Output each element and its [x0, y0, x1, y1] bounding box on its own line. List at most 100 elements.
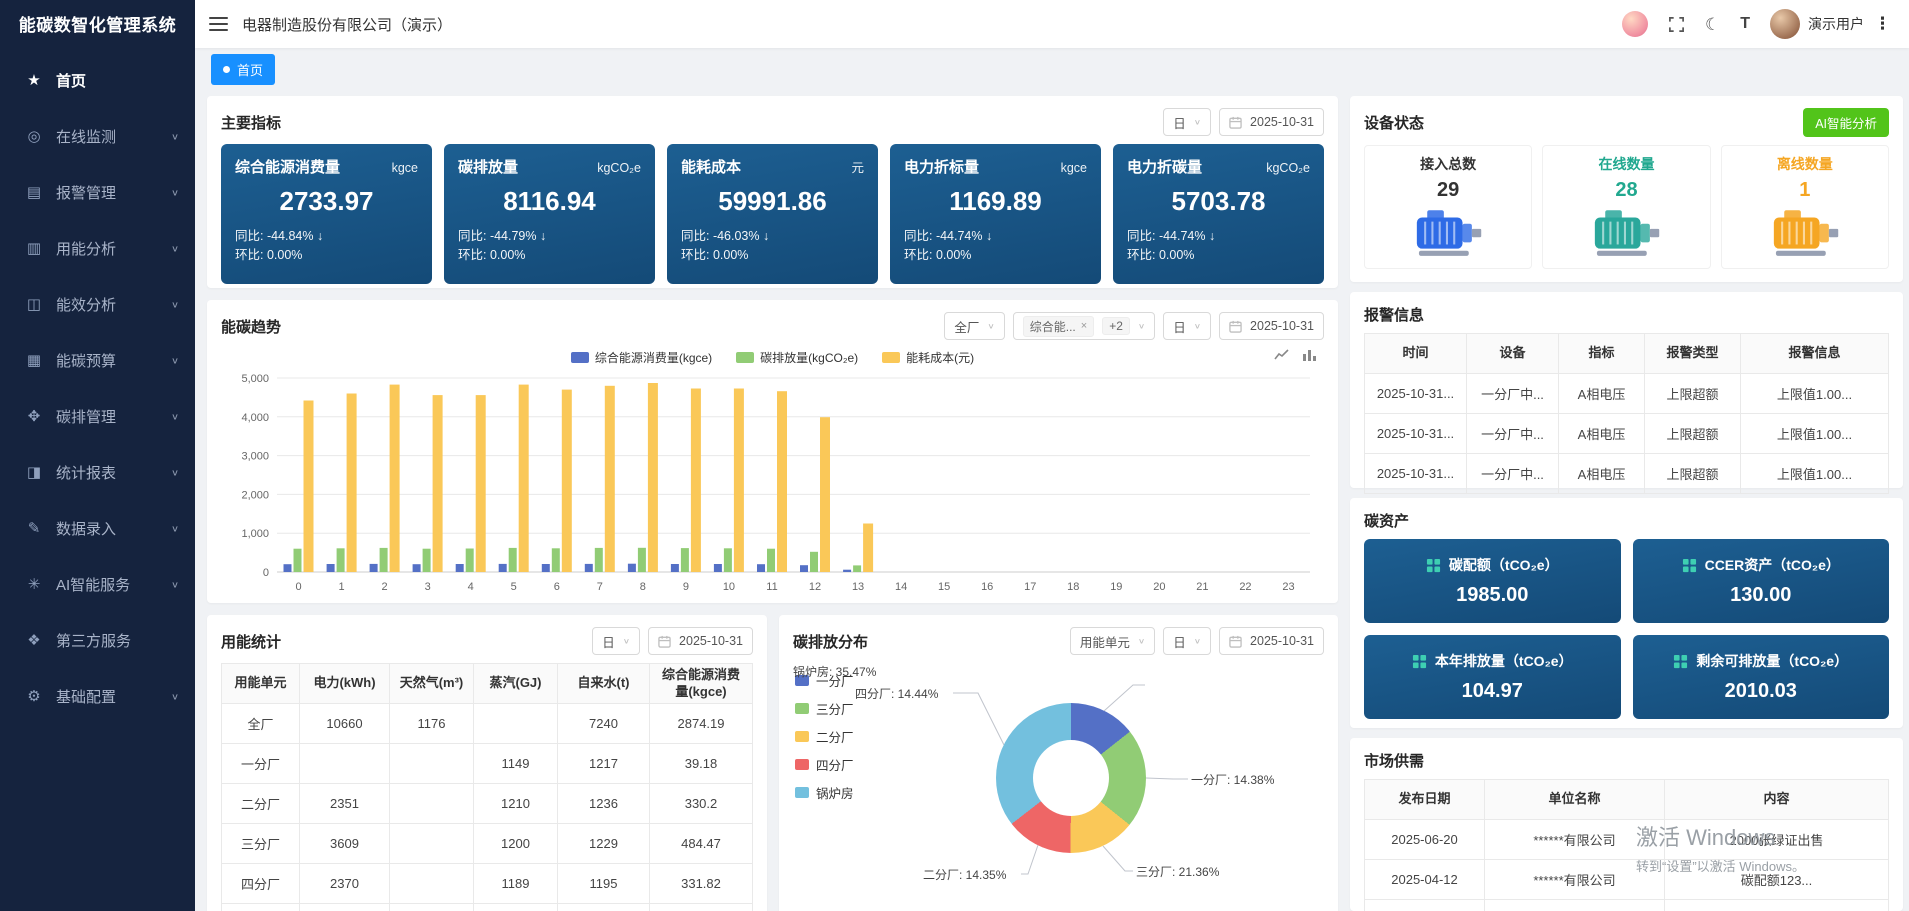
line-chart-icon[interactable]	[1274, 348, 1290, 362]
fullscreen-icon[interactable]	[1668, 16, 1685, 33]
table-cell: 2025-06-20	[1365, 900, 1485, 911]
table-cell	[390, 744, 474, 784]
chevron-down-icon: ∨	[1138, 322, 1145, 330]
legend-item[interactable]: 二分厂	[795, 727, 854, 746]
remove-tag-icon[interactable]: ×	[1081, 320, 1087, 332]
tab-home[interactable]: 首页	[211, 54, 275, 85]
sidebar-item[interactable]: ✥ 碳排管理 ∨	[0, 388, 195, 444]
sidebar-item[interactable]: ◨ 统计报表 ∨	[0, 444, 195, 500]
chevron-down-icon: ∨	[171, 579, 179, 589]
column-header: 指标	[1559, 334, 1645, 374]
app-title: 能碳数智化管理系统	[0, 0, 195, 52]
trend-metric-multiselect[interactable]: 综合能... × +2 ∨	[1013, 312, 1155, 340]
metric-yoy: 同比: -44.74% ↓	[904, 227, 1087, 246]
table-cell: 上限值1.00...	[1741, 414, 1889, 454]
more-metrics-tag[interactable]: +2	[1102, 317, 1130, 335]
chevron-down-icon: ∨	[171, 467, 179, 477]
panel-device-status: 设备状态 AI智能分析 接入总数 29	[1350, 96, 1903, 282]
sidebar-item[interactable]: ✳ AI智能服务 ∨	[0, 556, 195, 612]
indicators-date-picker[interactable]: 2025-10-31	[1219, 108, 1324, 136]
sidebar-item-label: AI智能服务	[56, 574, 171, 595]
table-cell: 2025-10-31...	[1365, 454, 1467, 494]
table-row: 一分厂1149121739.18	[222, 744, 753, 784]
carbon-asset-card: 剩余可排放量（tCO₂e） 2010.03	[1633, 635, 1890, 719]
table-cell: 四分厂	[222, 864, 300, 904]
more-icon[interactable]: ⋮	[1874, 14, 1891, 34]
legend-item[interactable]: 综合能源消费量(kgce)	[571, 349, 712, 366]
asset-label: 剩余可排放量（tCO₂e）	[1696, 651, 1848, 671]
trend-date-picker[interactable]: 2025-10-31	[1219, 312, 1324, 340]
energy-date-picker[interactable]: 2025-10-31	[648, 627, 753, 655]
metric-name: 电力折标量	[904, 156, 979, 177]
menu-icon: ▦	[24, 351, 44, 369]
dist-period-select[interactable]: 日 ∨	[1163, 627, 1211, 655]
table-row: 2025-10-31...一分厂中...A相电压上限超额上限值1.00...	[1365, 454, 1889, 494]
donut-slice-label: 一分厂: 14.38%	[1191, 771, 1274, 788]
sidebar-item[interactable]: ▦ 能碳预算 ∨	[0, 332, 195, 388]
menu-icon: ✎	[24, 519, 44, 537]
donut-slice-label: 三分厂: 21.36%	[1136, 863, 1219, 880]
indicators-period-select[interactable]: 日 ∨	[1163, 108, 1211, 136]
company-name: 电器制造股份有限公司（演示）	[242, 14, 452, 35]
legend-item[interactable]: 四分厂	[795, 755, 854, 774]
dark-mode-icon[interactable]: ☾	[1705, 16, 1720, 33]
table-cell: 二分厂	[222, 784, 300, 824]
sidebar-item[interactable]: ◫ 能效分析 ∨	[0, 276, 195, 332]
sidebar-item-label: 统计报表	[56, 462, 171, 483]
ai-analysis-button[interactable]: AI智能分析	[1803, 108, 1889, 137]
bar-chart-icon[interactable]	[1302, 348, 1318, 362]
table-cell: ******有限公司	[1485, 820, 1665, 860]
sidebar-item-label: 数据录入	[56, 518, 171, 539]
section-title-trend: 能碳趋势	[221, 316, 281, 337]
collapse-menu-icon[interactable]	[209, 17, 228, 31]
user-name[interactable]: 演示用户	[1808, 14, 1864, 34]
sidebar-item[interactable]: ▤ 报警管理 ∨	[0, 164, 195, 220]
dist-unit-select[interactable]: 用能单元 ∨	[1070, 627, 1155, 655]
legend-item[interactable]: 三分厂	[795, 699, 854, 718]
table-cell: 2874.19	[650, 704, 753, 744]
svg-text:13: 13	[852, 581, 864, 593]
theme-avatar-icon[interactable]	[1622, 11, 1648, 37]
legend-item[interactable]: 碳排放量(kgCO₂e)	[736, 349, 858, 366]
table-cell: 一分厂中...	[1467, 374, 1559, 414]
chevron-down-icon: ∨	[171, 523, 179, 533]
user-avatar[interactable]	[1770, 9, 1800, 39]
svg-text:1: 1	[339, 581, 345, 593]
sidebar-item[interactable]: ◎ 在线监测 ∨	[0, 108, 195, 164]
svg-text:22: 22	[1239, 581, 1251, 593]
font-size-icon[interactable]: T	[1740, 16, 1750, 32]
equipment-count: 1	[1726, 179, 1884, 202]
table-cell: 2000张绿证出售	[1665, 820, 1889, 860]
metric-value: 59991.86	[681, 186, 864, 217]
table-header-row: 发布日期单位名称内容	[1365, 780, 1889, 820]
sidebar-item-label: 碳排管理	[56, 406, 171, 427]
table-cell	[558, 904, 650, 911]
table-row: 2025-10-31...一分厂中...A相电压上限超额上限值1.00...	[1365, 414, 1889, 454]
table-cell	[390, 904, 474, 911]
sidebar-item[interactable]: ▥ 用能分析 ∨	[0, 220, 195, 276]
metric-name: 电力折碳量	[1127, 156, 1202, 177]
donut-slice-label: 锅炉房: 35.47%	[793, 663, 876, 680]
table-cell	[474, 704, 558, 744]
table-cell: 上限值1.00...	[1741, 454, 1889, 494]
tab-label: 首页	[237, 60, 263, 79]
grid-icon	[1682, 558, 1697, 573]
legend-item[interactable]: 能耗成本(元)	[882, 349, 974, 366]
trend-plant-select[interactable]: 全厂 ∨	[944, 312, 1004, 340]
energy-stats-table: 用能单元电力(kWh)天然气(m³)蒸汽(GJ)自来水(t)综合能源消费量(kg…	[221, 663, 753, 911]
selected-metric-tag[interactable]: 综合能... ×	[1023, 316, 1094, 337]
sidebar-item[interactable]: ✎ 数据录入 ∨	[0, 500, 195, 556]
table-cell	[390, 864, 474, 904]
svg-text:4: 4	[468, 581, 474, 593]
trend-period-select[interactable]: 日 ∨	[1163, 312, 1211, 340]
sidebar-item[interactable]: ★ 首页	[0, 52, 195, 108]
topbar: 电器制造股份有限公司（演示） ☾ T 演示用户 ⋮	[195, 0, 1909, 48]
legend-item[interactable]: 锅炉房	[795, 783, 854, 802]
dist-date-picker[interactable]: 2025-10-31	[1219, 627, 1324, 655]
donut-hole	[1033, 740, 1109, 816]
energy-period-select[interactable]: 日 ∨	[592, 627, 640, 655]
menu-icon: ▤	[24, 183, 44, 201]
column-header: 综合能源消费量(kgce)	[650, 664, 753, 704]
sidebar-item[interactable]: ❖ 第三方服务	[0, 612, 195, 668]
sidebar-item[interactable]: ⚙ 基础配置 ∨	[0, 668, 195, 724]
